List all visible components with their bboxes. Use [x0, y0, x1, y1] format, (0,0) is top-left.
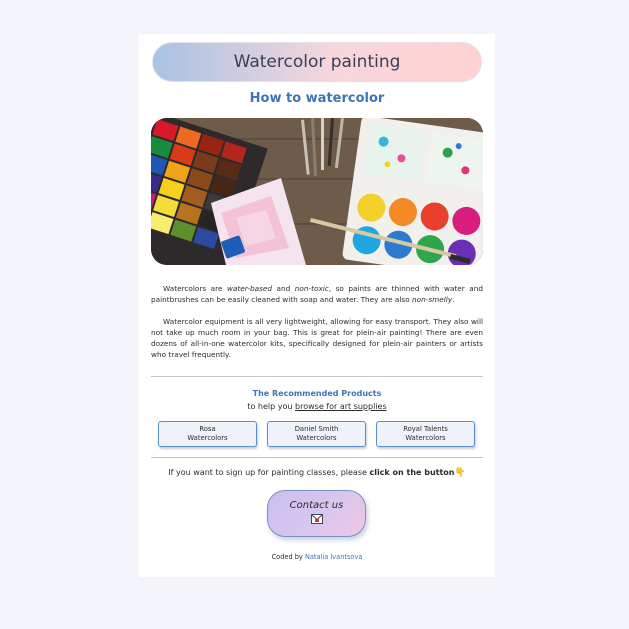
p1-em-non-toxic: non-toxic — [294, 284, 329, 293]
envelope-icon — [310, 514, 323, 527]
contact-us-label: Contact us — [289, 500, 344, 511]
recommended-title: The Recommended Products — [252, 389, 382, 398]
recommended-prefix: to help you — [247, 402, 296, 411]
page-title: Watercolor painting — [152, 42, 482, 82]
product-button-royal-talents[interactable]: Royal Talents Watercolors — [376, 421, 475, 447]
hero-image — [151, 118, 483, 265]
divider-bottom — [151, 457, 483, 458]
p1-text-c: and — [272, 284, 295, 293]
paragraph-intro: Watercolors are water-based and non-toxi… — [151, 283, 483, 305]
recommended-subtitle: to help you browse for art supplies — [139, 402, 495, 411]
contact-us-button[interactable]: Contact us — [267, 490, 366, 537]
signup-bold: click on the button — [369, 468, 455, 477]
product-name: Daniel Smith — [294, 425, 339, 433]
page-card: Watercolor painting How to watercolor Wa… — [139, 34, 495, 577]
browse-art-supplies-link[interactable]: browse for art supplies — [295, 402, 387, 411]
product-button-daniel-smith[interactable]: Daniel Smith Watercolors — [267, 421, 366, 447]
product-type: Watercolors — [405, 434, 446, 442]
p1-text-a: Watercolors are — [163, 284, 227, 293]
p1-text-g: . — [452, 295, 455, 304]
product-type: Watercolors — [296, 434, 337, 442]
section-title: How to watercolor — [249, 91, 385, 106]
page-title-text: Watercolor painting — [233, 52, 401, 72]
p1-em-non-smelly: non-smelly — [412, 295, 453, 304]
signup-plain: If you want to sign up for painting clas… — [168, 468, 370, 477]
product-button-rosa[interactable]: Rosa Watercolors — [158, 421, 257, 447]
author-link[interactable]: Natalia Ivantsova — [305, 553, 362, 561]
paragraph-equipment: Watercolor equipment is all very lightwe… — [151, 317, 483, 359]
p1-em-water-based: water-based — [226, 284, 273, 293]
footer: Coded by Natalia Ivantsova — [139, 553, 495, 561]
product-name: Royal Talents — [403, 425, 448, 433]
product-name: Rosa — [199, 425, 216, 433]
pointing-hand-icon: 👇 — [454, 468, 466, 478]
signup-text: If you want to sign up for painting clas… — [139, 468, 495, 478]
product-type: Watercolors — [187, 434, 228, 442]
footer-prefix: Coded by — [271, 553, 305, 561]
divider-top — [151, 376, 483, 377]
